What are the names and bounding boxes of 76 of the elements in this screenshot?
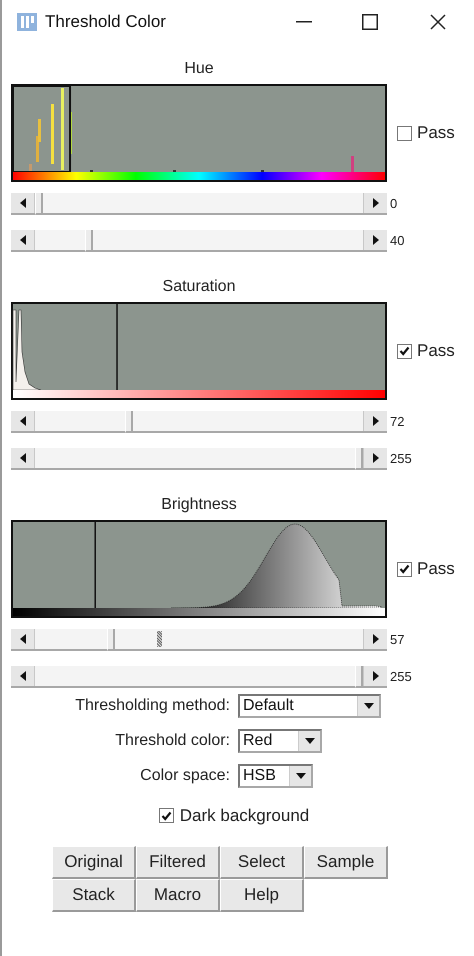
histogram-bar — [351, 156, 354, 172]
left-arrow-button[interactable] — [11, 448, 35, 468]
checkbox-label: Pass — [417, 340, 455, 362]
scrollbar[interactable] — [11, 193, 387, 215]
minimize-icon[interactable] — [296, 21, 312, 23]
left-arrow-icon — [20, 453, 26, 463]
right-arrow-button[interactable] — [363, 629, 387, 649]
window-title: Threshold Color — [45, 11, 166, 34]
scrollbar-thumb[interactable] — [85, 230, 94, 252]
scrollbar-thumb[interactable] — [35, 193, 43, 215]
dropdown[interactable]: Default — [238, 694, 381, 718]
slider-value: 40 — [390, 232, 404, 250]
slider-value: 72 — [390, 413, 404, 432]
dropdown-arrow-icon — [304, 738, 314, 744]
section-title: Saturation — [162, 277, 236, 297]
scrollbar[interactable] — [11, 230, 387, 252]
right-arrow-button[interactable] — [363, 448, 387, 468]
dropdown[interactable]: HSB — [238, 764, 313, 788]
right-arrow-icon — [372, 235, 378, 245]
left-arrow-button[interactable] — [11, 193, 35, 213]
dropdown[interactable]: Red — [238, 729, 322, 753]
left-arrow-button[interactable] — [11, 629, 35, 649]
left-arrow-icon — [20, 671, 26, 681]
scrollbar-thumb[interactable] — [355, 666, 363, 688]
section-title: Brightness — [160, 495, 238, 515]
field-label: Color space: — [139, 766, 231, 786]
slider-value: 57 — [390, 631, 404, 650]
close-icon[interactable] — [430, 14, 446, 30]
right-arrow-icon — [372, 634, 378, 644]
dropdown-arrow-icon — [364, 703, 374, 709]
slider-value: 255 — [390, 450, 412, 468]
scrollbar[interactable] — [11, 666, 387, 688]
histogram-bar — [51, 104, 54, 164]
field-label: Threshold color: — [114, 731, 231, 751]
checkbox[interactable] — [397, 562, 412, 576]
button[interactable]: Select — [220, 846, 304, 878]
left-arrow-button[interactable] — [11, 666, 35, 686]
right-arrow-icon — [372, 453, 378, 463]
checkbox[interactable] — [397, 126, 412, 140]
right-arrow-icon — [372, 416, 378, 426]
scrollbar-thumb[interactable] — [355, 448, 363, 470]
right-arrow-button[interactable] — [363, 411, 387, 431]
scrollbar-thumb[interactable] — [106, 629, 115, 651]
checkbox-label: Pass — [417, 558, 455, 580]
scrollbar[interactable] — [11, 411, 387, 433]
checkbox[interactable] — [397, 344, 412, 358]
right-arrow-button[interactable] — [363, 230, 387, 250]
button[interactable]: Help — [220, 878, 304, 912]
left-arrow-icon — [20, 198, 26, 208]
left-arrow-button[interactable] — [11, 411, 35, 431]
left-arrow-icon — [20, 634, 26, 644]
left-arrow-icon — [20, 235, 26, 245]
dropdown-arrow-icon — [296, 773, 306, 779]
right-arrow-button[interactable] — [363, 193, 387, 213]
button[interactable]: Original — [52, 846, 136, 878]
slider-value: 255 — [390, 668, 412, 686]
field-label: Thresholding method: — [74, 696, 231, 716]
left-arrow-button[interactable] — [11, 230, 35, 250]
checkbox-label: Pass — [417, 122, 455, 144]
button[interactable]: Macro — [136, 878, 220, 912]
slider-value: 0 — [390, 195, 398, 214]
scrollbar-thumb[interactable] — [125, 411, 134, 433]
button[interactable]: Stack — [52, 878, 136, 912]
section-title: Hue — [183, 59, 215, 79]
right-arrow-icon — [372, 671, 378, 681]
button[interactable]: Sample — [304, 846, 388, 878]
maximize-icon[interactable] — [362, 14, 378, 30]
scrollbar[interactable] — [11, 448, 387, 470]
scrollbar[interactable] — [11, 629, 387, 651]
checkbox[interactable] — [158, 808, 174, 824]
right-arrow-button[interactable] — [363, 666, 387, 686]
left-arrow-icon — [20, 416, 26, 426]
app-icon — [16, 12, 38, 32]
checkbox-label: Dark background — [180, 805, 310, 827]
button[interactable]: Filtered — [136, 846, 220, 878]
right-arrow-icon — [372, 198, 378, 208]
